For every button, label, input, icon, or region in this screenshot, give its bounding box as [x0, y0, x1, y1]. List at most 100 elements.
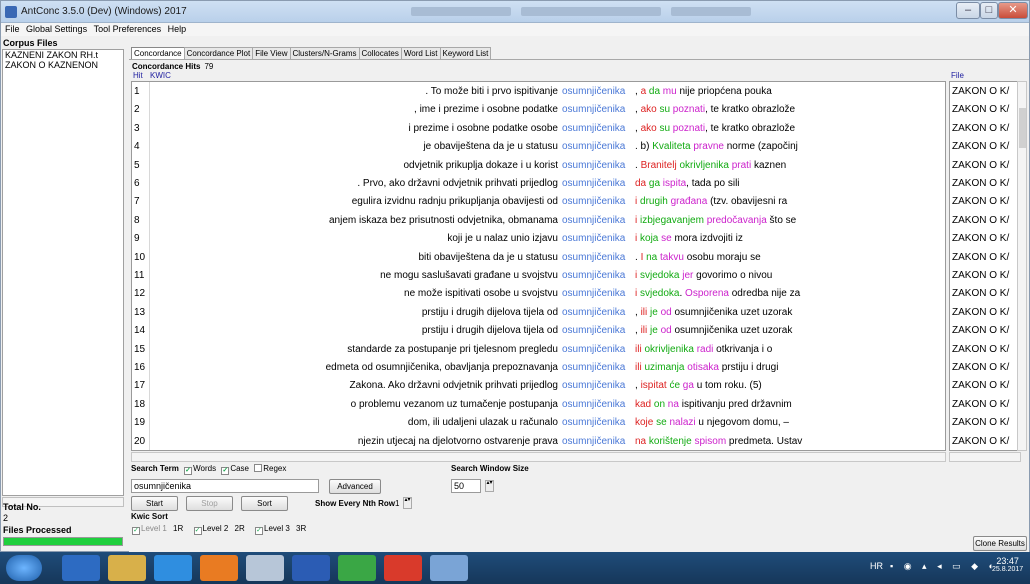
file-cell[interactable]: ZAKON O K/ [952, 230, 1009, 247]
windows-app-icon[interactable] [62, 555, 100, 581]
acrobat-icon[interactable] [384, 555, 422, 581]
kwic-row[interactable]: 6 . Prvo, ako državni odvjetnik prihvati … [132, 175, 945, 192]
keyword[interactable]: osumnjičenika [562, 138, 625, 155]
results-vscroll[interactable] [1017, 81, 1027, 451]
keyword[interactable]: osumnjičenika [562, 414, 625, 431]
words-checkbox[interactable]: ✓ [184, 467, 193, 475]
keyword[interactable]: osumnjičenika [562, 396, 625, 413]
keyword[interactable]: osumnjičenika [562, 101, 625, 118]
col-file-header[interactable]: File [951, 71, 964, 80]
minimize-button[interactable]: – [956, 2, 980, 19]
kwic-row[interactable]: 18 o problemu vezanom uz tumačenje postup… [132, 396, 945, 413]
kwic-row[interactable]: 16 edmeta od osumnjičenika, obavljanja pr… [132, 359, 945, 376]
file-cell[interactable]: ZAKON O K/ [952, 414, 1009, 431]
menu-tool-preferences[interactable]: Tool Preferences [94, 23, 162, 36]
search-window-input[interactable]: 50 [451, 479, 481, 493]
kwic-table[interactable]: 1 . To može biti i prvo ispitivanje osumnj… [131, 81, 946, 451]
level1-value[interactable]: 1R [173, 524, 183, 533]
level1-checkbox[interactable]: ✓ [132, 527, 140, 535]
level2-checkbox[interactable]: ✓ [193, 527, 202, 535]
office-icon[interactable] [200, 555, 238, 581]
corpus-file-item[interactable]: KAZNENI ZAKON RH.t [3, 50, 123, 60]
file-cell[interactable]: ZAKON O K/ [952, 193, 1009, 210]
tab-keyword-list[interactable]: Keyword List [439, 47, 492, 59]
file-cell[interactable]: ZAKON O K/ [952, 138, 1009, 155]
file-cell[interactable]: ZAKON O K/ [952, 377, 1009, 394]
maximize-button[interactable]: □ [980, 2, 998, 19]
file-column[interactable]: ZAKON O K/ZAKON O K/ZAKON O K/ZAKON O K/… [949, 81, 1021, 451]
file-cell[interactable]: ZAKON O K/ [952, 267, 1009, 284]
stop-button[interactable]: Stop [186, 496, 233, 511]
menu-file[interactable]: File [5, 23, 20, 36]
keyword[interactable]: osumnjičenika [562, 83, 625, 100]
keyword[interactable]: osumnjičenika [562, 120, 625, 137]
file-cell[interactable]: ZAKON O K/ [952, 212, 1009, 229]
file-cell[interactable]: ZAKON O K/ [952, 341, 1009, 358]
keyword[interactable]: osumnjičenika [562, 377, 625, 394]
col-hit-header[interactable]: Hit [133, 71, 143, 80]
close-button[interactable]: ✕ [998, 2, 1028, 19]
kwic-hscroll[interactable] [131, 452, 946, 462]
internet-explorer-icon[interactable] [154, 555, 192, 581]
tab-concordance[interactable]: Concordance [131, 47, 185, 59]
word-icon[interactable] [292, 555, 330, 581]
menu-global-settings[interactable]: Global Settings [26, 23, 87, 36]
start-orb-icon[interactable] [6, 555, 42, 581]
kwic-row[interactable]: 10 biti obaviještena da je u statusu osumn… [132, 249, 945, 266]
level3-value[interactable]: 3R [296, 524, 306, 533]
file-cell[interactable]: ZAKON O K/ [952, 396, 1009, 413]
file-cell[interactable]: ZAKON O K/ [952, 322, 1009, 339]
file-cell[interactable]: ZAKON O K/ [952, 101, 1009, 118]
file-cell[interactable]: ZAKON O K/ [952, 120, 1009, 137]
antconc-taskbar-icon[interactable] [430, 555, 468, 581]
kwic-row[interactable]: 2 , ime i prezime i osobne podatke osumnji… [132, 101, 945, 118]
menu-help[interactable]: Help [168, 23, 187, 36]
tab-concordance-plot[interactable]: Concordance Plot [183, 47, 254, 59]
corpus-file-item[interactable]: ZAKON O KAZNENON [3, 60, 123, 70]
nth-row-spinner[interactable]: ▴▾ [403, 497, 412, 509]
sort-button[interactable]: Sort [241, 496, 288, 511]
keyword[interactable]: osumnjičenika [562, 359, 625, 376]
keyword[interactable]: osumnjičenika [562, 175, 625, 192]
kwic-row[interactable]: 7 egulira izvidnu radnju prikupljanja oba… [132, 193, 945, 210]
file-cell[interactable]: ZAKON O K/ [952, 83, 1009, 100]
kwic-row[interactable]: 4 je obaviještena da je u statusu osumnjič… [132, 138, 945, 155]
kwic-row[interactable]: 13 prstiju i drugih dijelova tijela od osu… [132, 304, 945, 321]
kwic-row[interactable]: 8 anjem iskaza bez prisutnosti odvjetnika… [132, 212, 945, 229]
keyword[interactable]: osumnjičenika [562, 341, 625, 358]
file-cell[interactable]: ZAKON O K/ [952, 157, 1009, 174]
kwic-row[interactable]: 17 Zakona. Ako državni odvjetnik prihvati… [132, 377, 945, 394]
file-cell[interactable]: ZAKON O K/ [952, 175, 1009, 192]
regex-checkbox[interactable] [254, 464, 263, 472]
start-button[interactable]: Start [131, 496, 178, 511]
advanced-button[interactable]: Advanced [329, 479, 381, 494]
clone-results-button[interactable]: Clone Results [973, 536, 1027, 551]
file-hscroll[interactable] [949, 452, 1021, 462]
tray-icons[interactable]: ▪ ◉ ▴ ◂ ▭ ◆ ◐ [890, 561, 998, 572]
chrome-icon[interactable] [338, 555, 376, 581]
keyword[interactable]: osumnjičenika [562, 285, 625, 302]
keyword[interactable]: osumnjičenika [562, 249, 625, 266]
kwic-row[interactable]: 19 dom, ili udaljeni ulazak u računalo osu… [132, 414, 945, 431]
keyword[interactable]: osumnjičenika [562, 267, 625, 284]
file-cell[interactable]: ZAKON O K/ [952, 359, 1009, 376]
keyword[interactable]: osumnjičenika [562, 433, 625, 450]
keyword[interactable]: osumnjičenika [562, 212, 625, 229]
keyword[interactable]: osumnjičenika [562, 157, 625, 174]
keyword[interactable]: osumnjičenika [562, 193, 625, 210]
search-window-spinner[interactable]: ▴▾ [485, 480, 494, 492]
file-explorer-icon[interactable] [108, 555, 146, 581]
tab-collocates[interactable]: Collocates [358, 47, 402, 59]
tab-clusters[interactable]: Clusters/N-Grams [289, 47, 360, 59]
kwic-row[interactable]: 9 koji je u nalaz unio izjavu osumnjičenik… [132, 230, 945, 247]
tab-word-list[interactable]: Word List [400, 47, 441, 59]
file-cell[interactable]: ZAKON O K/ [952, 304, 1009, 321]
keyword[interactable]: osumnjičenika [562, 230, 625, 247]
kwic-row[interactable]: 1 . To može biti i prvo ispitivanje osumnj… [132, 83, 945, 100]
clock[interactable]: 23:47 25.8.2017 [992, 556, 1023, 573]
kwic-row[interactable]: 20 njezin utjecaj na djelotvorno ostvaren… [132, 433, 945, 450]
app-icon[interactable] [246, 555, 284, 581]
file-cell[interactable]: ZAKON O K/ [952, 433, 1009, 450]
kwic-row[interactable]: 5 odvjetnik prikuplja dokaze i u korist os… [132, 157, 945, 174]
kwic-row[interactable]: 14 prstiju i drugih dijelova tijela od osu… [132, 322, 945, 339]
